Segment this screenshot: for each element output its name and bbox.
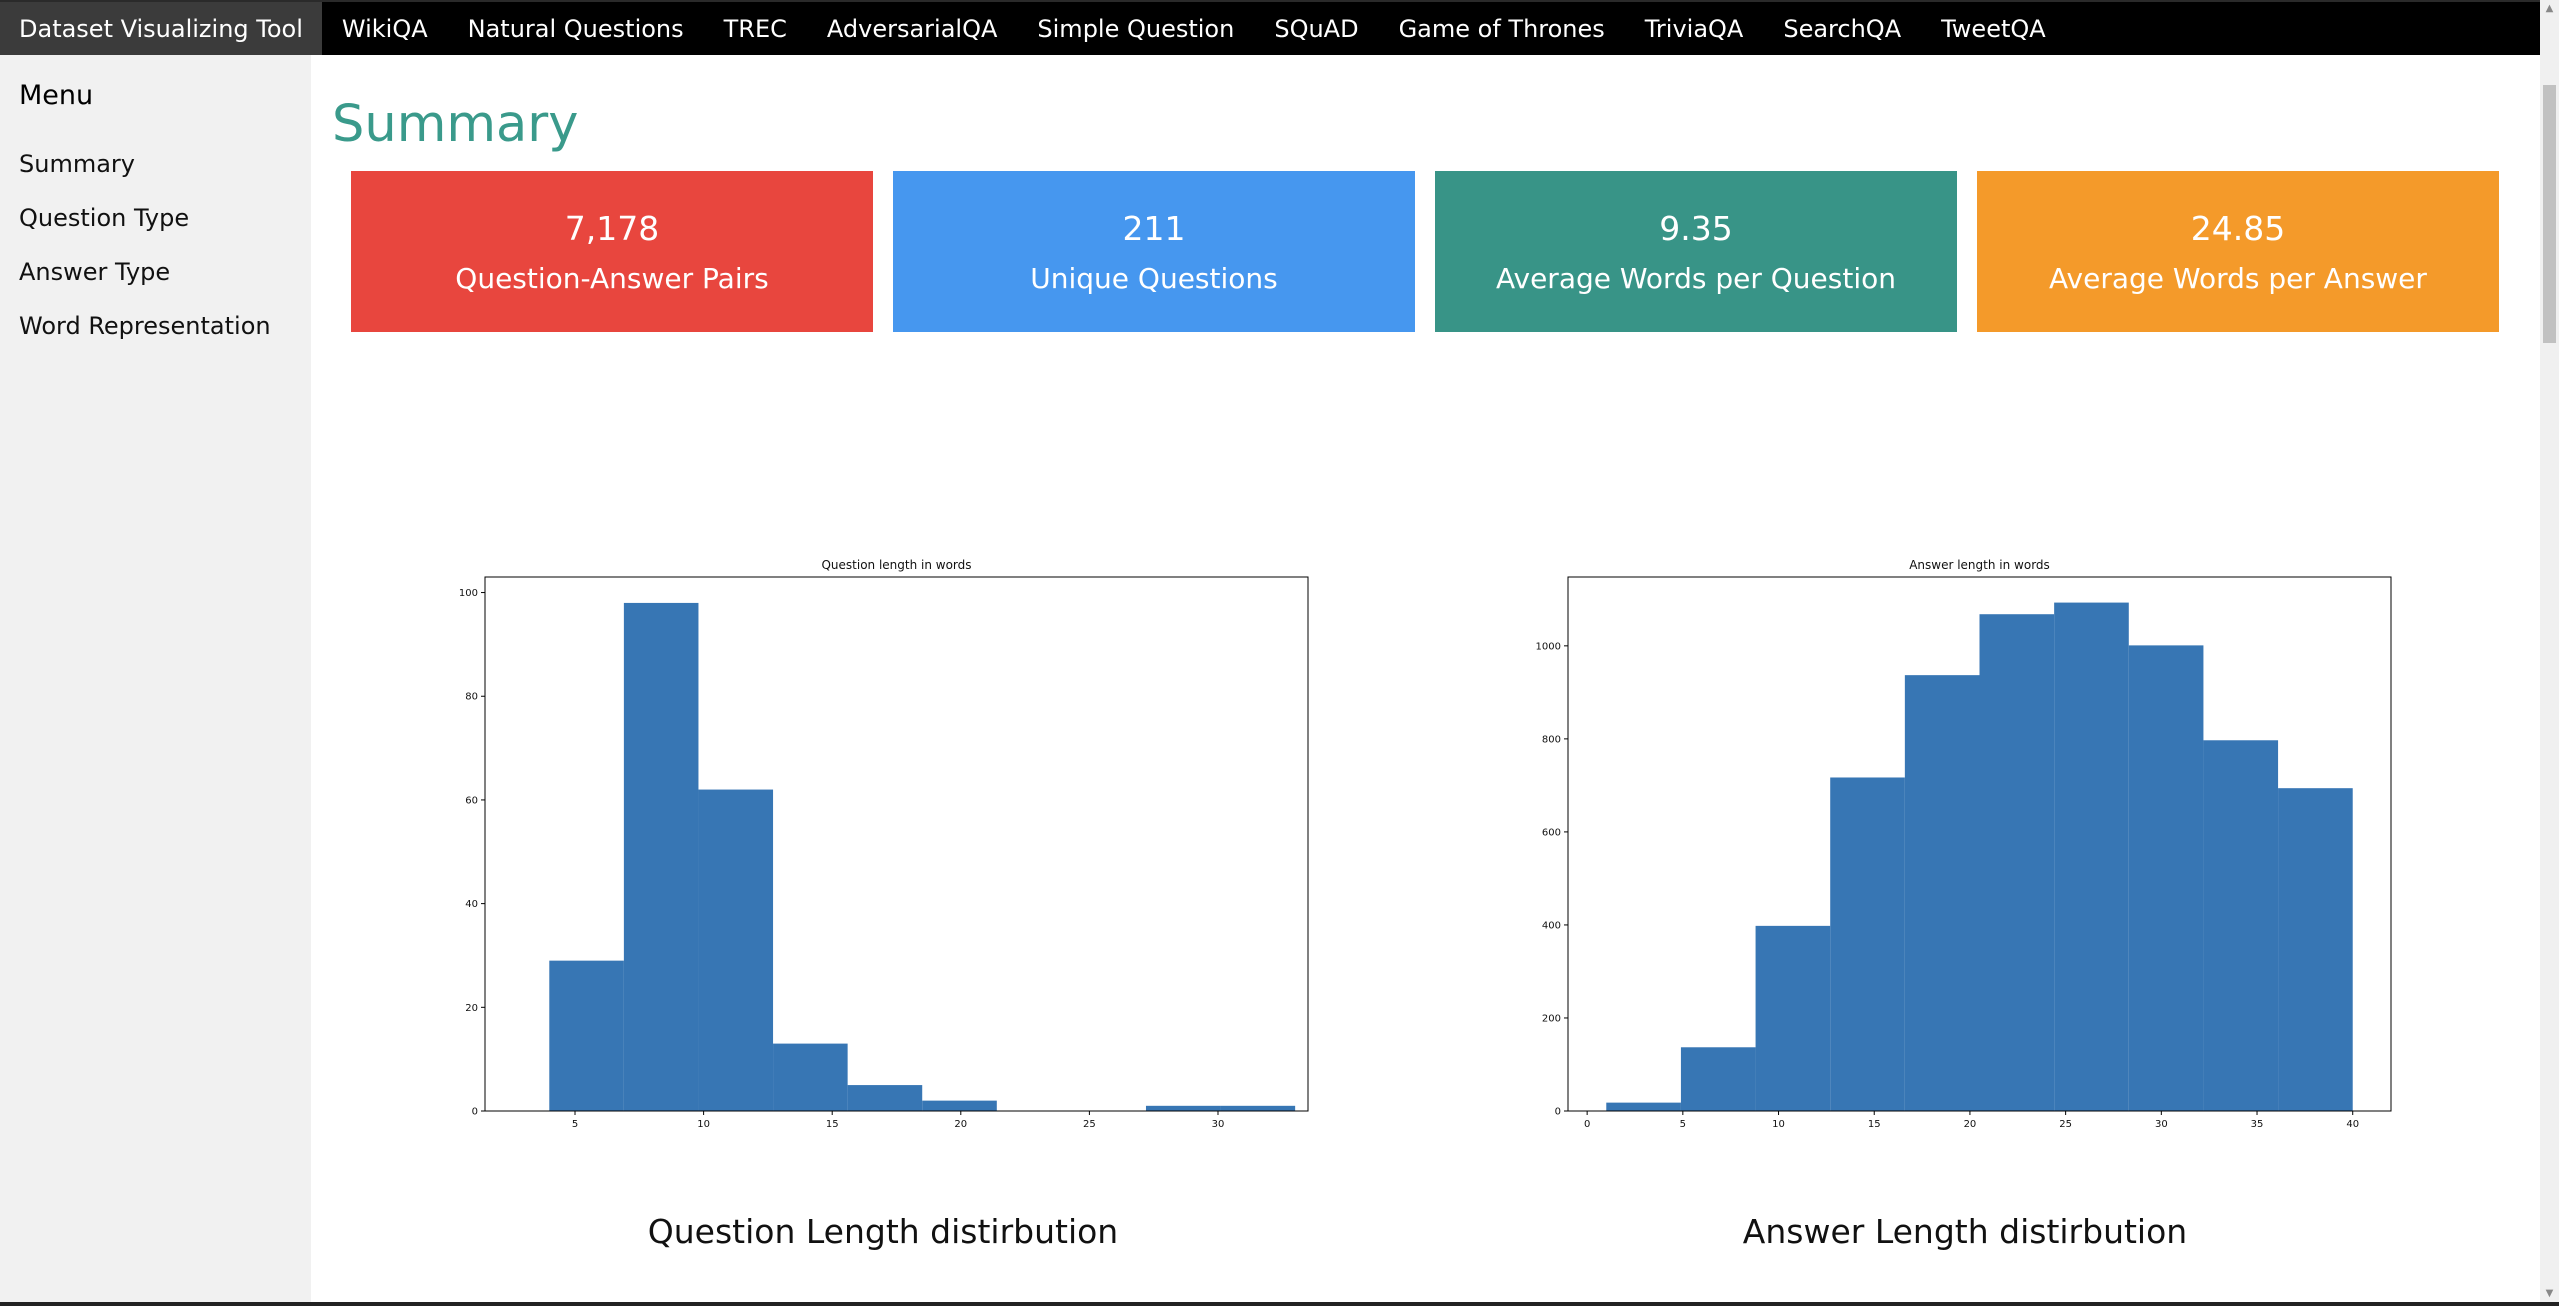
stat-label: Average Words per Question: [1496, 261, 1896, 295]
nav-item-wikiqa[interactable]: WikiQA: [322, 2, 448, 55]
y-tick-label: 800: [1542, 734, 1561, 745]
x-tick-label: 40: [2346, 1119, 2359, 1130]
nav-item-tweetqa[interactable]: TweetQA: [1921, 2, 2066, 55]
nav-item-squad[interactable]: SQuAD: [1254, 2, 1378, 55]
x-tick-label: 10: [1772, 1119, 1785, 1130]
y-tick-label: 40: [465, 899, 478, 910]
chart-title: Question length in words: [821, 558, 971, 572]
y-tick-label: 0: [472, 1107, 478, 1118]
nav-item-game-of-thrones[interactable]: Game of Thrones: [1379, 2, 1625, 55]
histogram-bar: [1755, 925, 1831, 1111]
sidebar: Menu Summary Question Type Answer Type W…: [0, 55, 311, 1302]
y-tick-label: 400: [1542, 920, 1561, 931]
histogram-bar: [1979, 614, 2055, 1111]
histogram-bar: [2278, 788, 2353, 1111]
stat-value: 9.35: [1659, 208, 1733, 248]
y-tick-label: 1000: [1536, 641, 1561, 652]
nav-item-trec[interactable]: TREC: [704, 2, 807, 55]
y-tick-label: 20: [465, 1003, 478, 1014]
histogram-bar: [1680, 1047, 1756, 1111]
stat-card-avg-words-question: 9.35 Average Words per Question: [1435, 171, 1957, 332]
nav-item-natural-questions[interactable]: Natural Questions: [448, 2, 704, 55]
y-tick-label: 100: [459, 588, 478, 599]
histogram-bar: [922, 1100, 997, 1111]
histogram-bar: [2054, 602, 2129, 1111]
question-length-histogram: Question length in words 5 10 15 20 25 30 0 20 40…: [459, 558, 1309, 1130]
histogram-bar: [1145, 1105, 1221, 1111]
y-tick-label: 80: [465, 692, 478, 703]
histogram-bar: [773, 1043, 848, 1111]
stat-value: 24.85: [2190, 208, 2286, 248]
top-navbar: Dataset Visualizing Tool WikiQA Natural …: [0, 0, 2540, 55]
histogram-bar: [847, 1085, 923, 1111]
histogram-bar: [1830, 777, 1905, 1111]
stat-label: Question-Answer Pairs: [455, 261, 769, 295]
sidebar-title: Menu: [19, 80, 94, 111]
page-title: Summary: [332, 95, 579, 154]
y-tick-label: 200: [1542, 1013, 1561, 1024]
stat-label: Average Words per Answer: [2049, 261, 2427, 295]
y-tick-label: 0: [1555, 1107, 1561, 1118]
question-length-caption: Question Length distirbution: [647, 1212, 1119, 1251]
nav-item-adversarialqa[interactable]: AdversarialQA: [807, 2, 1018, 55]
nav-item-triviaqa[interactable]: TriviaQA: [1625, 2, 1764, 55]
histogram-bar: [2128, 645, 2204, 1111]
stat-value: 211: [1122, 208, 1186, 248]
histogram-bar: [623, 602, 699, 1111]
scrollbar-thumb[interactable]: [2543, 85, 2556, 343]
x-tick-label: 0: [1584, 1119, 1590, 1130]
x-tick-label: 15: [826, 1119, 839, 1130]
y-tick-label: 600: [1542, 827, 1561, 838]
sidebar-item-summary[interactable]: Summary: [19, 150, 135, 178]
x-tick-label: 35: [2251, 1119, 2264, 1130]
stat-card-qa-pairs: 7,178 Question-Answer Pairs: [351, 171, 873, 332]
sidebar-item-answer-type[interactable]: Answer Type: [19, 258, 170, 286]
x-tick-label: 30: [1212, 1119, 1225, 1130]
x-tick-label: 10: [697, 1119, 710, 1130]
nav-brand[interactable]: Dataset Visualizing Tool: [0, 2, 322, 55]
x-tick-label: 25: [1083, 1119, 1096, 1130]
x-tick-label: 25: [2059, 1119, 2072, 1130]
stat-card-unique-questions: 211 Unique Questions: [893, 171, 1415, 332]
histogram-bar: [698, 789, 774, 1111]
x-tick-label: 20: [1964, 1119, 1977, 1130]
x-tick-label: 5: [572, 1119, 578, 1130]
sidebar-item-word-representation[interactable]: Word Representation: [19, 312, 271, 340]
histogram-bar: [549, 960, 624, 1111]
histogram-bar: [1904, 675, 1980, 1111]
x-tick-label: 20: [954, 1119, 967, 1130]
answer-length-caption: Answer Length distirbution: [1742, 1212, 2188, 1251]
y-tick-label: 60: [465, 795, 478, 806]
histogram-bar: [2203, 740, 2279, 1111]
x-tick-label: 5: [1680, 1119, 1686, 1130]
nav-item-simple-question[interactable]: Simple Question: [1017, 2, 1254, 55]
stat-card-avg-words-answer: 24.85 Average Words per Answer: [1977, 171, 2499, 332]
sidebar-item-question-type[interactable]: Question Type: [19, 204, 189, 232]
stat-label: Unique Questions: [1030, 261, 1278, 295]
histogram-bar: [1606, 1102, 1681, 1111]
answer-length-histogram: Answer length in words0 5 10 15 20 25 30 35 4002…: [1536, 558, 2392, 1130]
scroll-up-arrow-icon[interactable]: ▲: [2540, 0, 2559, 17]
stat-value: 7,178: [564, 208, 660, 248]
scroll-down-arrow-icon[interactable]: ▼: [2540, 1285, 2559, 1302]
histogram-bar: [1220, 1105, 1296, 1111]
x-tick-label: 15: [1868, 1119, 1881, 1130]
nav-item-searchqa[interactable]: SearchQA: [1763, 2, 1921, 55]
chart-title: Answer length in words: [1909, 558, 2050, 572]
x-tick-label: 30: [2155, 1119, 2168, 1130]
window-bottom-edge: [0, 1302, 2559, 1306]
